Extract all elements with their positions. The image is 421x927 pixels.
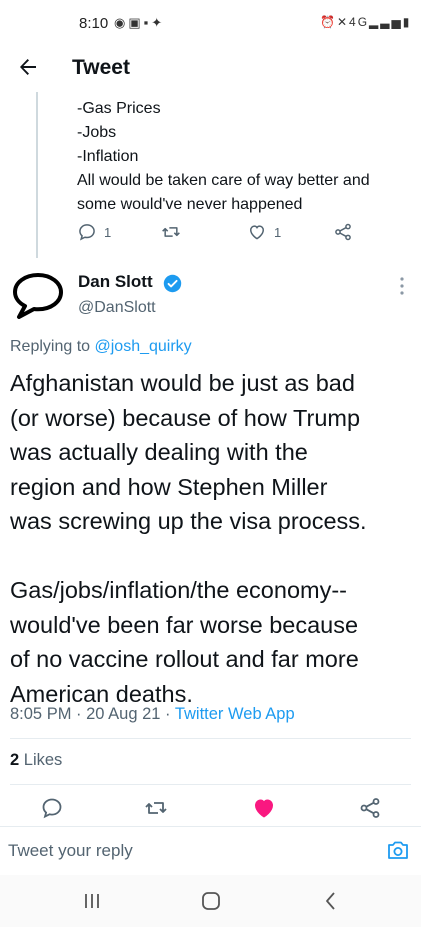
tweet-text-line: (or worse) because of how Trump — [10, 404, 361, 431]
tweet-source-link[interactable]: Twitter Web App — [175, 705, 295, 723]
parent-retweet-button[interactable] — [161, 222, 188, 242]
heart-filled-icon[interactable] — [252, 796, 276, 820]
tweet-text-line: region and how Stephen Miller — [10, 473, 328, 500]
top-app-bar: Tweet — [0, 46, 421, 92]
more-options-icon[interactable] — [398, 276, 406, 296]
tweet-text-line: would've been far worse because — [10, 611, 359, 638]
share-icon[interactable] — [358, 796, 382, 820]
status-notification-icons: ◉▣▪✦ — [114, 15, 165, 31]
divider — [10, 738, 411, 739]
status-system-icons: ⏰✕4G▂▃▅▮ — [320, 15, 411, 29]
system-navigation-bar — [0, 875, 421, 927]
likes-count-link[interactable]: 2 Likes — [10, 751, 62, 770]
thread-connector-line — [36, 92, 38, 258]
likes-label: Likes — [19, 751, 63, 769]
parent-tweet-text[interactable]: -Gas Prices -Jobs -Inflation All would b… — [77, 97, 417, 217]
tweet-text: Afghanistan would be just as bad (or wor… — [10, 366, 415, 711]
replying-to: Replying to @josh_quirky — [10, 338, 192, 356]
parent-tweet-line: All would be taken care of way better an… — [77, 172, 370, 189]
tweet-text-line: was actually dealing with the — [10, 439, 308, 465]
teams-icon: ▣ — [128, 15, 144, 30]
home-icon[interactable] — [199, 889, 223, 913]
parent-reply-count: 1 — [104, 224, 112, 240]
tweet-text-line: of no vaccine rollout and far more — [10, 646, 359, 672]
tweet-text-line: was screwing up the visa process. — [10, 508, 367, 534]
parent-tweet-line: -Jobs — [77, 124, 117, 141]
mute-icon: ✕ — [336, 15, 350, 29]
retweet-icon[interactable] — [144, 796, 168, 820]
author-name[interactable]: Dan Slott — [78, 272, 153, 292]
tweet-time[interactable]: 8:05 PM — [10, 705, 71, 723]
reply-icon — [79, 224, 95, 241]
heart-outline-icon — [249, 225, 265, 240]
back-nav-icon[interactable] — [319, 889, 343, 913]
parent-tweet-line: -Gas Prices — [77, 100, 161, 117]
replying-to-mention[interactable]: @josh_quirky — [95, 338, 192, 355]
status-time: 8:10 — [79, 15, 109, 32]
retweet-icon — [162, 227, 180, 237]
verified-badge-icon — [163, 274, 182, 293]
reply-bar-divider — [0, 826, 421, 827]
back-arrow-icon[interactable] — [16, 55, 40, 79]
twitter-icon: ✦ — [151, 15, 166, 30]
avatar[interactable] — [10, 270, 66, 322]
tweet-action-bar — [0, 796, 421, 826]
sync-icon: ◉ — [114, 15, 129, 30]
recent-apps-icon[interactable] — [80, 889, 104, 913]
tweet-text-line: Afghanistan would be just as bad — [10, 370, 355, 396]
parent-tweet-actions: 1 1 — [77, 222, 377, 248]
battery-icon: ▮ — [402, 15, 412, 29]
tweet-date[interactable]: 20 Aug 21 — [86, 705, 160, 723]
parent-tweet-line: -Inflation — [77, 148, 139, 165]
4g-lte-icon: 4G — [349, 15, 370, 29]
camera-icon[interactable] — [386, 838, 410, 862]
share-icon — [335, 223, 351, 241]
parent-tweet-line: some would've never happened — [77, 196, 303, 213]
author-handle[interactable]: @DanSlott — [78, 299, 156, 317]
likes-count: 2 — [10, 751, 20, 769]
parent-like-button[interactable]: 1 — [247, 222, 281, 242]
tweet-text-line: Gas/jobs/inflation/the economy-- — [10, 577, 347, 603]
signal-icon: ▂▃▅ — [369, 15, 403, 29]
page-title: Tweet — [72, 56, 130, 79]
parent-share-button[interactable] — [333, 222, 353, 242]
divider — [10, 784, 411, 785]
parent-reply-button[interactable]: 1 — [77, 222, 111, 242]
replying-prefix: Replying to — [10, 338, 95, 355]
tweet-metadata: 8:05 PM · 20 Aug 21 · Twitter Web App — [10, 705, 295, 724]
meta-separator: · — [160, 705, 175, 723]
alarm-icon: ⏰ — [320, 15, 337, 29]
parent-like-count: 1 — [274, 224, 282, 240]
meta-separator: · — [71, 705, 87, 723]
status-bar: 8:10 ◉▣▪✦ ⏰✕4G▂▃▅▮ — [0, 0, 421, 46]
reply-input[interactable] — [8, 836, 368, 866]
reply-icon[interactable] — [40, 796, 64, 820]
